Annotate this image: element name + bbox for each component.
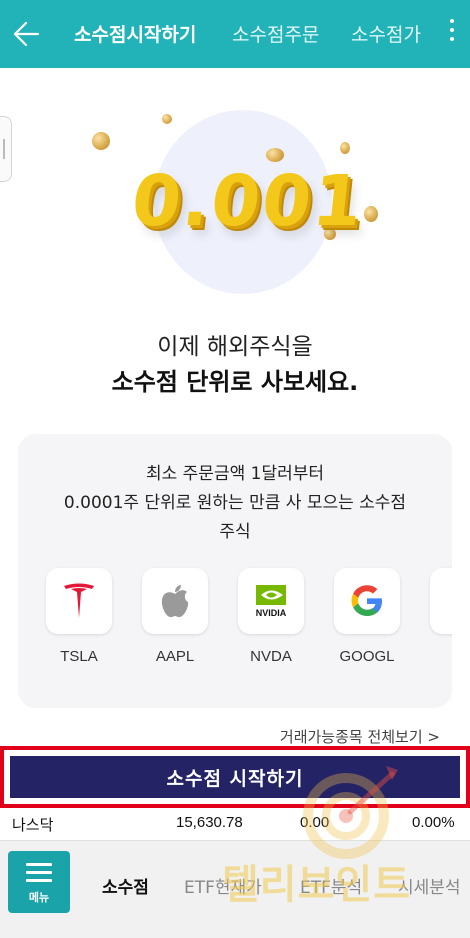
headline-line1: 이제 해외주식을: [157, 334, 313, 360]
headline: 이제 해외주식을 소수점 단위로 사보세요.: [0, 330, 470, 400]
card-desc-line1: 최소 주문금액 1달러부터: [145, 464, 325, 484]
ticker-symbol: GOOGL: [339, 648, 395, 665]
coin-icon: [162, 114, 172, 124]
top-header: 소수점시작하기 소수점주문 소수점가: [0, 0, 470, 68]
more-options-icon[interactable]: [444, 14, 460, 54]
logo-box: [430, 568, 452, 634]
card-description: 최소 주문금액 1달러부터 0.0001주 단위로 원하는 만큼 사 모으는 소…: [18, 460, 452, 547]
index-value: 15,630.78: [176, 814, 243, 831]
index-change: 0.00: [300, 814, 330, 831]
ticker-symbol: AAPL: [155, 648, 195, 665]
ticker-symbol: TSLA: [60, 648, 98, 665]
apple-logo-icon: [161, 585, 189, 618]
nav-item-market-analysis[interactable]: 시세분석: [398, 873, 461, 898]
nav-item-etf-analysis[interactable]: ETF분석: [300, 873, 362, 898]
tesla-logo-icon: [64, 583, 94, 618]
card-desc-line3: 주식: [219, 522, 251, 542]
menu-label: 메뉴: [28, 891, 50, 904]
ticker-item-googl[interactable]: GOOGL: [334, 568, 400, 665]
logo-box: NVIDIA: [238, 568, 304, 634]
ticker-item-msft[interactable]: M: [430, 568, 452, 665]
ticker-symbol: M: [430, 648, 452, 665]
hero-number: 0.001: [127, 160, 369, 242]
arrow-left-icon: [13, 21, 40, 47]
view-all-stocks-link[interactable]: 거래가능종목 전체보기 >: [280, 726, 440, 747]
logo-box: [142, 568, 208, 634]
ticker-item-tsla[interactable]: TSLA: [46, 568, 112, 665]
ticker-item-aapl[interactable]: AAPL: [142, 568, 208, 665]
cta-highlight-frame: 소수점 시작하기: [0, 746, 470, 808]
ticker-symbol: NVDA: [250, 648, 292, 665]
info-card: 최소 주문금액 1달러부터 0.0001주 단위로 원하는 만큼 사 모으는 소…: [18, 434, 452, 708]
index-ticker-row[interactable]: 나스닥 15,630.78 0.00 0.00%: [0, 812, 470, 838]
nvidia-eye-icon: [256, 584, 286, 605]
bottom-navigation: 메뉴 소수점 ETF현재가 ETF분석 시세분석: [0, 840, 470, 938]
google-logo-icon: [351, 585, 382, 616]
coin-icon: [92, 132, 110, 150]
tab-fractional-start[interactable]: 소수점시작하기: [74, 20, 196, 47]
nav-item-fractional[interactable]: 소수점: [102, 873, 149, 898]
logo-box: [46, 568, 112, 634]
nav-item-etf-price[interactable]: ETF현재가: [184, 873, 262, 898]
nvidia-wordmark: NVIDIA: [255, 607, 287, 618]
menu-button[interactable]: 메뉴: [8, 851, 70, 913]
headline-line2: 소수점 단위로 사보세요.: [111, 368, 359, 396]
index-change-pct: 0.00%: [412, 814, 455, 831]
hero-illustration: 0.001: [0, 68, 470, 328]
ticker-item-nvda[interactable]: NVIDIA NVDA: [238, 568, 304, 665]
start-fractional-button[interactable]: 소수점 시작하기: [10, 756, 460, 798]
ticker-list: TSLA AAPL NVIDIA NVDA GOOGL: [46, 568, 452, 688]
hamburger-icon: [26, 863, 52, 887]
card-desc-line2: 0.0001주 단위로 원하는 만큼 사 모으는 소수점: [63, 493, 407, 513]
index-name: 나스닥: [12, 817, 54, 834]
back-button[interactable]: [10, 14, 44, 54]
tab-fractional-order[interactable]: 소수점주문: [232, 20, 319, 47]
tab-fractional-price[interactable]: 소수점가: [351, 20, 421, 47]
coin-icon: [340, 142, 350, 154]
logo-box: [334, 568, 400, 634]
